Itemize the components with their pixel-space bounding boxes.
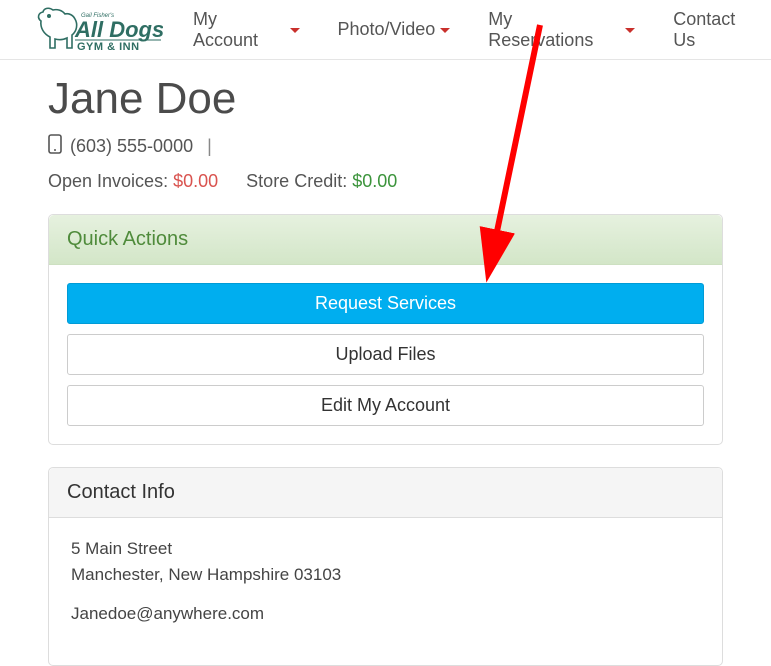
edit-my-account-button[interactable]: Edit My Account	[67, 385, 704, 426]
caret-down-icon	[290, 28, 300, 33]
page-title: Jane Doe	[48, 74, 723, 124]
nav-contact-us[interactable]: Contact Us	[673, 9, 761, 51]
nav-label: Contact Us	[673, 9, 761, 51]
nav-my-reservations[interactable]: My Reservations	[488, 9, 635, 51]
phone-row: (603) 555-0000 |	[48, 134, 723, 159]
request-services-button[interactable]: Request Services	[67, 283, 704, 324]
address-line-2: Manchester, New Hampshire 03103	[71, 565, 341, 584]
contact-info-body: 5 Main Street Manchester, New Hampshire …	[49, 518, 722, 665]
nav-label: My Reservations	[488, 9, 620, 51]
divider: |	[207, 136, 212, 157]
main-container: Jane Doe (603) 555-0000 | Open Invoices:…	[0, 74, 771, 666]
upload-files-button[interactable]: Upload Files	[67, 334, 704, 375]
quick-actions-panel: Quick Actions Request Services Upload Fi…	[48, 214, 723, 445]
caret-down-icon	[625, 28, 635, 33]
nav-my-account[interactable]: My Account	[193, 9, 300, 51]
open-invoices-value: $0.00	[173, 171, 218, 191]
address-line-1: 5 Main Street	[71, 539, 172, 558]
navbar: Gail Fisher's All Dogs GYM & INN My Acco…	[0, 0, 771, 60]
balance-row: Open Invoices: $0.00 Store Credit: $0.00	[48, 171, 723, 192]
phone-icon	[48, 134, 62, 159]
contact-email: Janedoe@anywhere.com	[71, 601, 700, 627]
contact-info-header: Contact Info	[49, 468, 722, 518]
store-credit-value: $0.00	[352, 171, 397, 191]
nav-links: My Account Photo/Video My Reservations C…	[193, 9, 761, 51]
open-invoices-label: Open Invoices:	[48, 171, 168, 191]
svg-text:GYM & INN: GYM & INN	[77, 41, 140, 53]
svg-text:All Dogs: All Dogs	[74, 17, 163, 42]
quick-actions-body: Request Services Upload Files Edit My Ac…	[49, 265, 722, 444]
phone-number: (603) 555-0000	[70, 136, 193, 157]
nav-photo-video[interactable]: Photo/Video	[338, 19, 451, 40]
caret-down-icon	[440, 28, 450, 33]
nav-label: My Account	[193, 9, 285, 51]
nav-label: Photo/Video	[338, 19, 436, 40]
quick-actions-header: Quick Actions	[49, 215, 722, 265]
store-credit-label: Store Credit:	[246, 171, 347, 191]
logo[interactable]: Gail Fisher's All Dogs GYM & INN	[35, 4, 163, 56]
